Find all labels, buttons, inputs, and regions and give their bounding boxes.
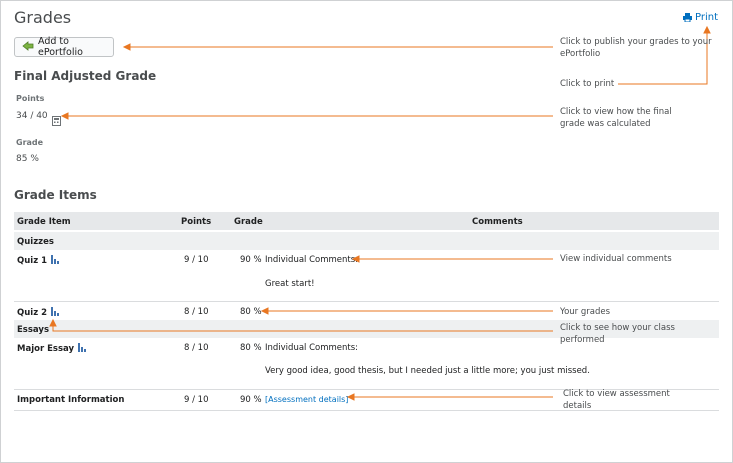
arrow-class-perf xyxy=(52,325,553,332)
annotation-comments: View individual comments xyxy=(560,254,672,264)
annotation-print: Click to print xyxy=(560,79,615,89)
annotation-class-perf: Click to see how your class performed xyxy=(560,323,675,345)
annotation-publish: Click to publish your grades to your ePo… xyxy=(560,37,712,59)
annotation-grades: Your grades xyxy=(560,307,610,317)
annotation-assessment: Click to view assessment details xyxy=(563,389,670,411)
annotation-final-calc: Click to view how the final grade was ca… xyxy=(560,107,672,129)
